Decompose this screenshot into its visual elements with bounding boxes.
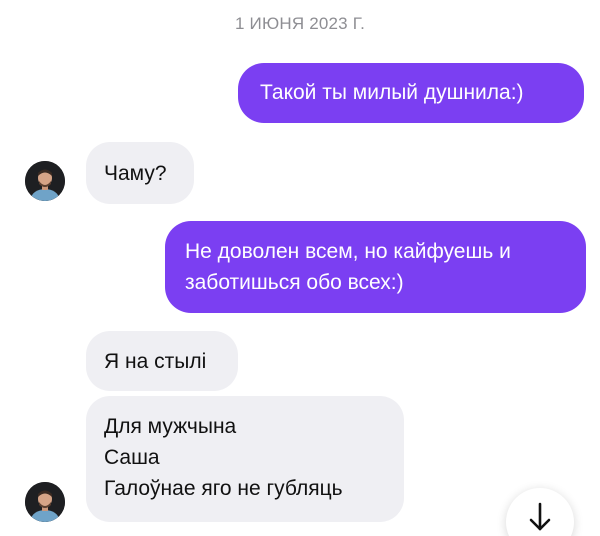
arrow-down-icon <box>529 502 551 531</box>
message-text-line: Галоўнае яго не губляць <box>104 477 343 500</box>
scroll-to-bottom-button[interactable] <box>506 488 574 536</box>
message-outgoing[interactable]: Такой ты милый душнила:) <box>238 63 584 123</box>
avatar-photo-icon <box>25 482 65 522</box>
message-text-line: Саша <box>104 446 160 469</box>
message-text-line: Не доволен всем, но кайфуешь и <box>185 240 511 263</box>
message-outgoing[interactable]: Не доволен всем, но кайфуешь и заботишьс… <box>165 221 586 313</box>
message-incoming[interactable]: Чаму? <box>86 142 194 204</box>
message-text: Чаму? <box>104 162 167 185</box>
date-separator: 1 ИЮНЯ 2023 Г. <box>234 14 366 33</box>
avatar[interactable] <box>25 482 65 522</box>
chat-screen: 1 ИЮНЯ 2023 Г. Такой ты милый душнила:) … <box>0 0 600 536</box>
message-incoming[interactable]: Я на стылі <box>86 331 238 391</box>
message-text: Я на стылі <box>104 350 207 373</box>
message-text-line: Для мужчына <box>104 415 237 438</box>
message-incoming[interactable]: Для мужчына Саша Галоўнае яго не губляць <box>86 396 404 522</box>
avatar-photo-icon <box>25 161 65 201</box>
avatar[interactable] <box>25 161 65 201</box>
message-text: Такой ты милый душнила:) <box>260 81 524 104</box>
message-text-line: заботишься обо всех:) <box>185 271 404 294</box>
